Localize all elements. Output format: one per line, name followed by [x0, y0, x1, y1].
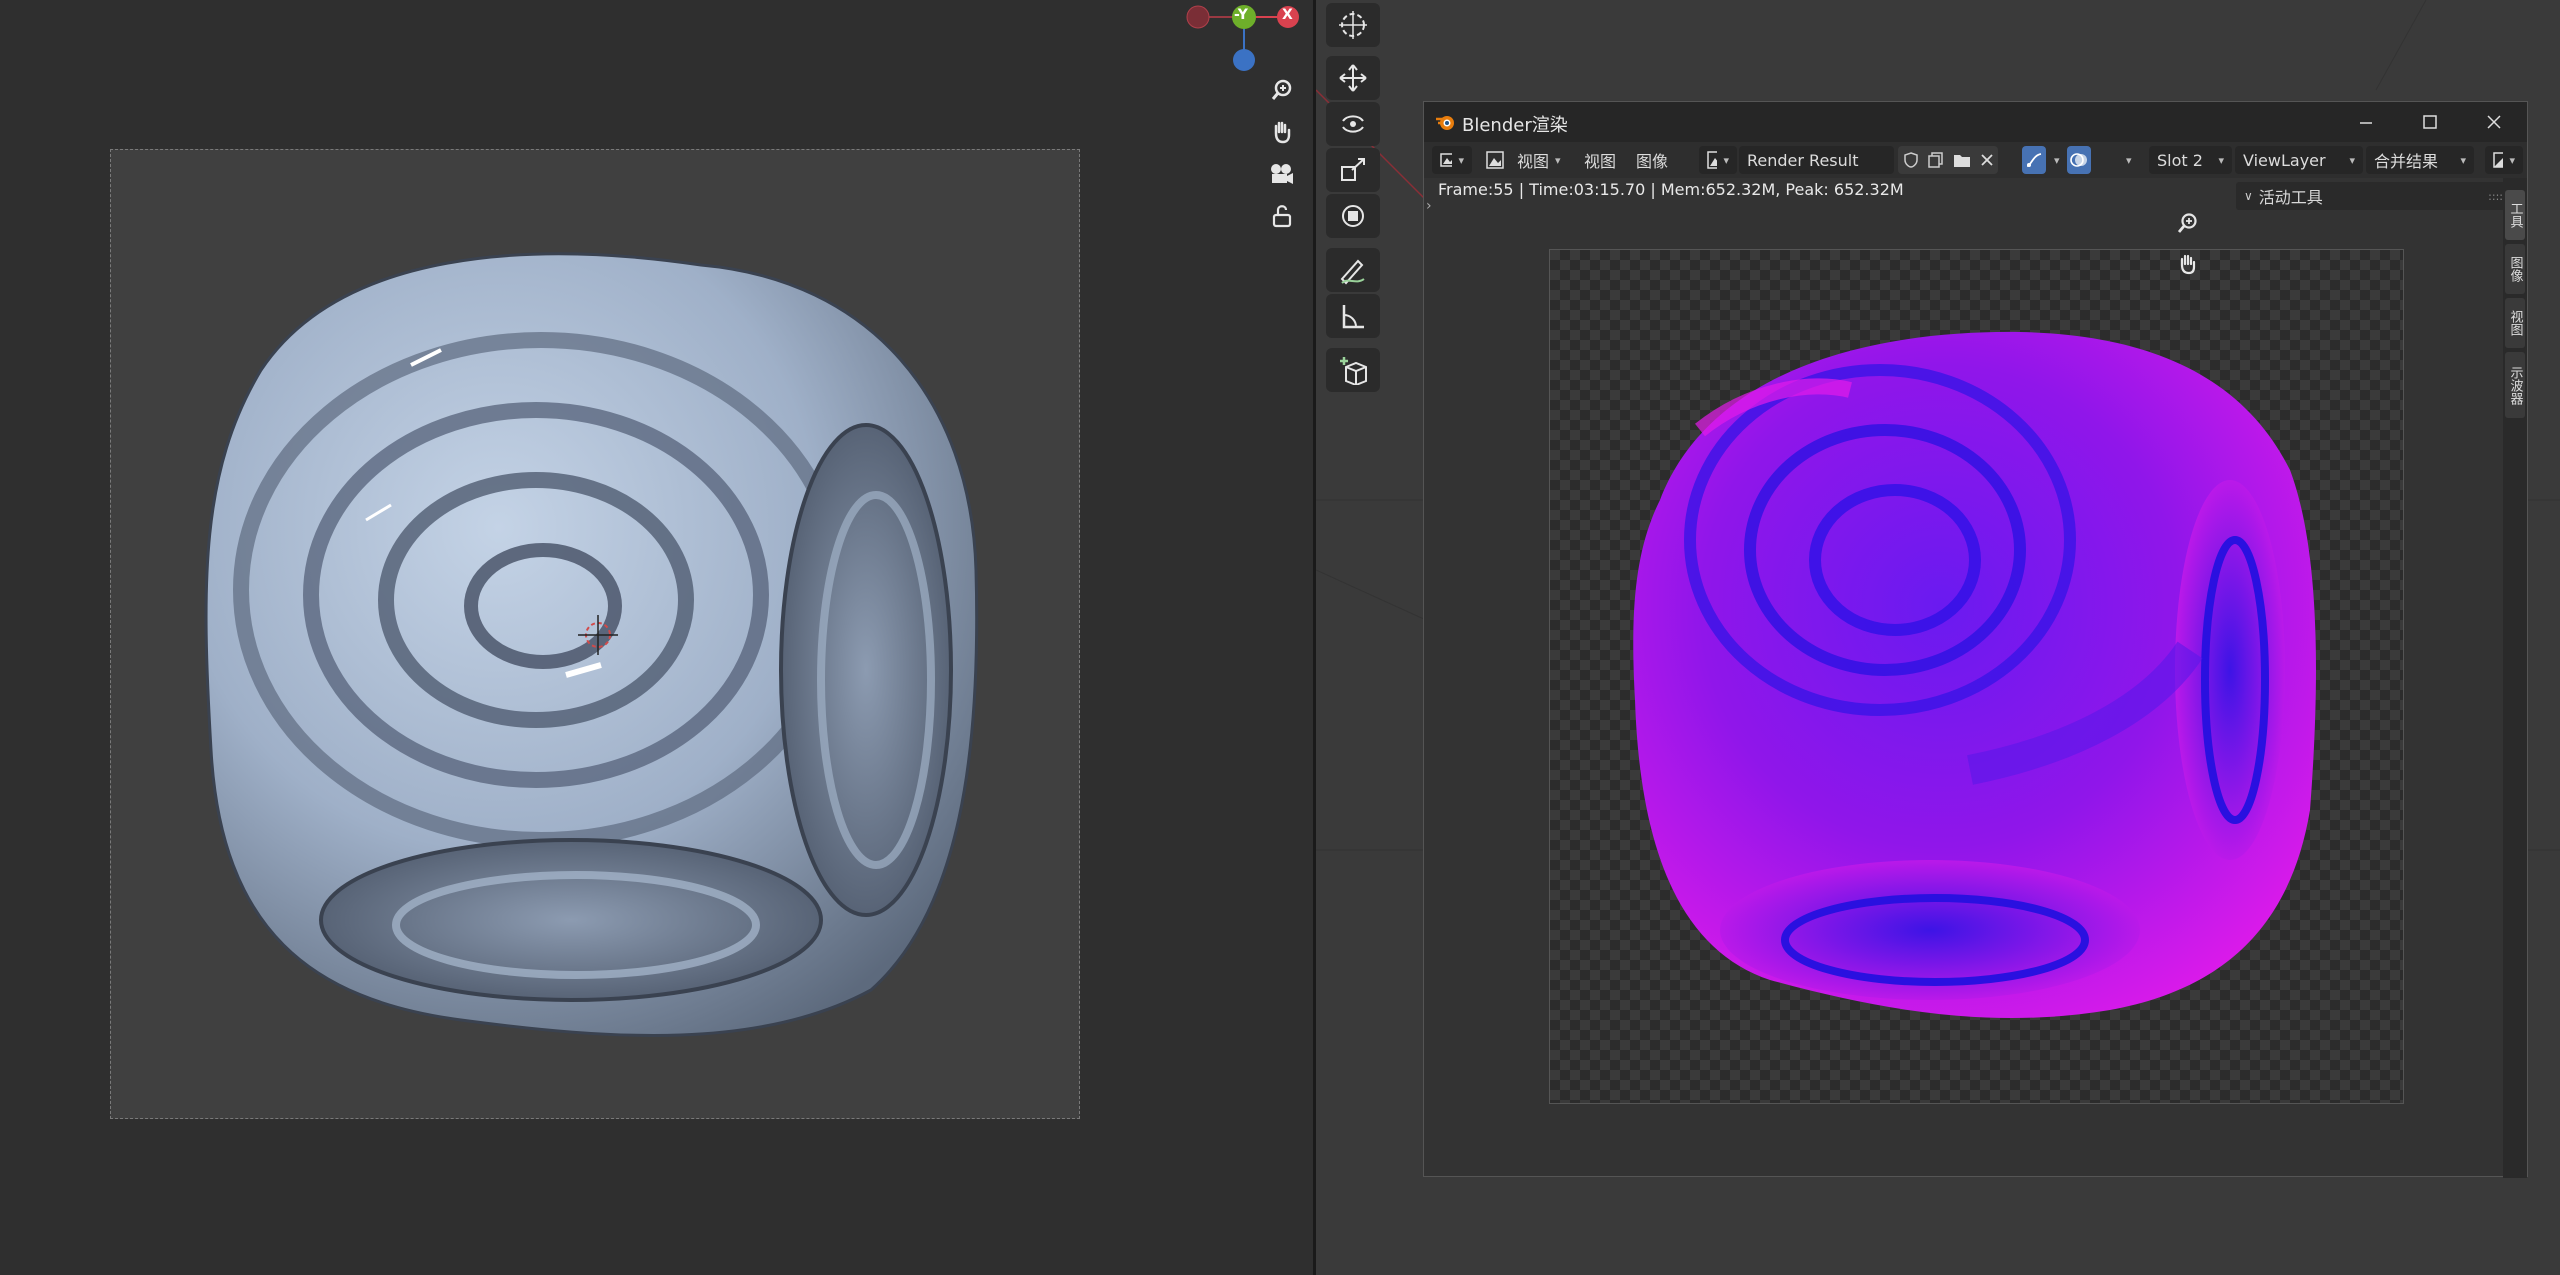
- toolbar-expand-icon[interactable]: ›: [1426, 198, 1432, 214]
- camera-frame: [110, 149, 1080, 1119]
- blender-logo-icon: [1436, 116, 1454, 130]
- image-actions: [1898, 146, 1998, 174]
- view-mode-icon: [1486, 151, 1504, 169]
- drag-handle-icon[interactable]: ::::: [2488, 190, 2503, 203]
- view-mode-button[interactable]: [1486, 146, 1510, 174]
- close-button[interactable]: [2462, 102, 2526, 142]
- measure-tool-button[interactable]: [1326, 294, 1380, 338]
- display-channels-icon: [2493, 152, 2504, 168]
- window-title: Blender渲染: [1462, 115, 1568, 136]
- tab-scopes[interactable]: 示波器: [2505, 352, 2525, 418]
- minimize-icon: [2360, 122, 2372, 124]
- unlock-icon: [1272, 205, 1292, 228]
- view-layer-dropdown[interactable]: ViewLayer ▾: [2235, 146, 2363, 174]
- maximize-button[interactable]: [2398, 102, 2462, 142]
- transform-icon: [1342, 205, 1364, 227]
- unlink-icon[interactable]: [1980, 153, 1994, 167]
- sample-tool-dropdown[interactable]: ▾: [2054, 146, 2060, 174]
- tab-image[interactable]: 图像: [2505, 244, 2525, 294]
- cursor-tool-button[interactable]: [1326, 3, 1380, 47]
- menu-view-dropdown[interactable]: 视图 ▾: [1517, 146, 1561, 174]
- folder-icon[interactable]: [1953, 152, 1971, 168]
- camera-view-button[interactable]: [1262, 154, 1302, 194]
- left-viewport[interactable]: X -Y: [0, 0, 1313, 1275]
- cursor-icon: [1339, 11, 1367, 39]
- gizmo-x-label[interactable]: X: [1282, 7, 1293, 23]
- scale-icon: [1341, 158, 1365, 181]
- zoom-icon: [2177, 213, 2197, 233]
- sidebar-tabs: 工具 图像 视图 示波器: [2503, 178, 2527, 1178]
- gizmo-y-label[interactable]: -Y: [1234, 7, 1248, 23]
- annotate-tool-button[interactable]: [1326, 248, 1380, 292]
- duplicate-icon[interactable]: [1927, 152, 1944, 168]
- viewport-object: [204, 252, 979, 1037]
- rotate-icon: [1342, 115, 1364, 133]
- active-tool-panel-title: 活动工具: [2258, 188, 2323, 207]
- hand-icon: [2180, 254, 2196, 275]
- overlay-toggle[interactable]: [2067, 146, 2091, 174]
- browse-image-dropdown[interactable]: ▾: [1699, 146, 1737, 174]
- image-pan-button[interactable]: [2172, 248, 2204, 280]
- active-tool-panel-header[interactable]: ∨ 活动工具 ::::: [2236, 182, 2511, 210]
- rotate-tool-button[interactable]: [1326, 102, 1380, 146]
- annotate-icon: [1340, 259, 1365, 285]
- maximize-icon: [2423, 115, 2437, 129]
- image-editor-icon: [1440, 153, 1453, 167]
- menu-view[interactable]: 视图: [1584, 146, 1616, 174]
- measure-icon: [1342, 305, 1364, 329]
- image-name-field[interactable]: Render Result: [1739, 146, 1894, 174]
- curve-icon: [2026, 153, 2042, 167]
- move-icon: [1339, 64, 1367, 92]
- add-cube-tool-button[interactable]: [1326, 348, 1380, 392]
- shield-icon[interactable]: [1903, 152, 1919, 168]
- overlay-icon: [2070, 153, 2087, 167]
- move-tool-button[interactable]: [1326, 56, 1380, 100]
- zoom-button[interactable]: [1262, 70, 1302, 110]
- lock-camera-button[interactable]: [1262, 196, 1302, 236]
- image-editor-header: ▾ 视图 ▾ 视图 图像 ▾ Render Result ▾ ▾ Slot 2 ▾ …: [1424, 142, 2527, 178]
- tool-shelf: [1326, 0, 1382, 395]
- tab-tool[interactable]: 工具: [2505, 190, 2525, 240]
- window-title-bar[interactable]: Blender渲染: [1424, 102, 2527, 142]
- tab-view[interactable]: 视图: [2505, 298, 2525, 348]
- slot-dropdown[interactable]: Slot 2 ▾: [2149, 146, 2232, 174]
- sidebar-panel: ∨ 活动工具 ::::: [2236, 178, 2526, 1178]
- zoom-icon: [1271, 79, 1292, 100]
- transform-tool-button[interactable]: [1326, 194, 1380, 238]
- editor-type-dropdown[interactable]: ▾: [1432, 146, 1472, 174]
- image-zoom-button[interactable]: [2172, 207, 2204, 239]
- collapse-chevron-icon: ∨: [2244, 189, 2253, 203]
- hand-icon: [1274, 121, 1291, 144]
- close-icon: [2487, 115, 2501, 129]
- render-info-text: Frame:55 | Time:03:15.70 | Mem:652.32M, …: [1438, 180, 1904, 199]
- overlay-dropdown[interactable]: ▾: [2126, 146, 2132, 174]
- display-channels-dropdown[interactable]: ▾: [2485, 146, 2523, 174]
- minimize-button[interactable]: [2334, 102, 2398, 142]
- render-window: Blender渲染 ▾ 视图 ▾ 视图 图像 ▾ Render Result ▾…: [1423, 101, 2528, 1178]
- scale-tool-button[interactable]: [1326, 148, 1380, 192]
- camera-icon: [1271, 164, 1293, 184]
- add-cube-icon: [1340, 357, 1367, 385]
- menu-image[interactable]: 图像: [1636, 146, 1668, 174]
- image-browse-icon: [1707, 151, 1718, 169]
- render-pass-dropdown[interactable]: 合并结果 ▾: [2366, 146, 2474, 174]
- sample-tool-toggle[interactable]: [2022, 146, 2046, 174]
- pan-button[interactable]: [1262, 112, 1302, 152]
